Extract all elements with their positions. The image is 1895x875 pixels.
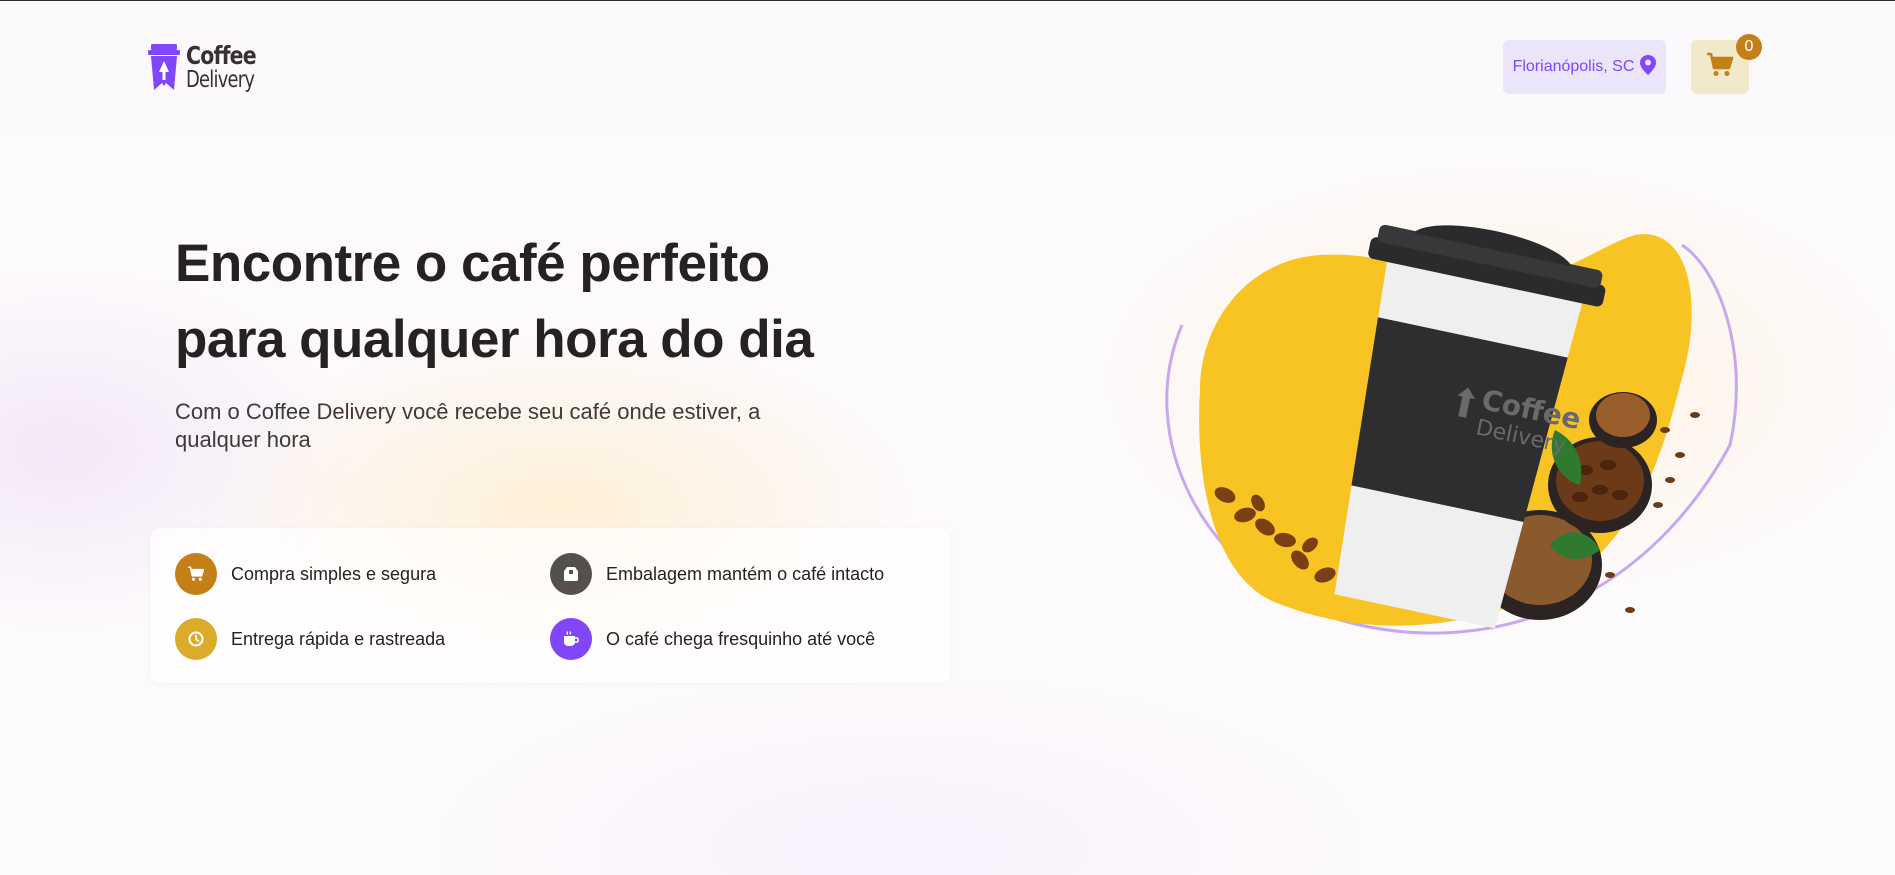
feature-label: Entrega rápida e rastreada [231,628,446,649]
feature-item-packaging: Embalagem mantém o café intacto [550,553,884,595]
hero-title-line2: para qualquer hora do dia [175,310,814,369]
feature-item-delivery: Entrega rápida e rastreada [175,618,445,660]
map-pin-icon [1640,54,1657,80]
logo-link[interactable]: Coffee Delivery [148,39,260,95]
feature-label: Compra simples e segura [231,563,437,584]
hero-title-line1: Encontre o café perfeito [175,234,770,293]
hero-coffee-image: Coffee Delivery [1160,215,1740,665]
hero-subtitle-line1: Com o Coffee Delivery você recebe seu ca… [175,399,761,424]
feature-label: Embalagem mantém o café intacto [606,563,885,584]
shopping-cart-icon [1706,52,1734,83]
hero-subtitle-line2: qualquer hora [175,427,311,452]
logo-line2: Delivery [186,66,255,93]
hero-subtitle: Com o Coffee Delivery você recebe seu ca… [175,398,815,454]
logo-wordmark: Coffee Delivery [186,43,273,92]
site-header: Coffee Delivery Florianópolis, SC 0 [0,1,1895,129]
coffee-icon [550,618,592,660]
hero-title: Encontre o café perfeito para qualquer h… [175,226,875,378]
shopping-cart-icon [175,553,217,595]
feature-label: O café chega fresquinho até você [606,628,876,649]
clock-icon [175,618,217,660]
features-panel: Compra simples e segura Embalagem mantém… [150,528,950,683]
location-label: Florianópolis, SC [1512,58,1635,75]
location-button[interactable]: Florianópolis, SC [1503,40,1666,94]
logo-line1: Coffee [186,40,257,70]
feature-item-purchase: Compra simples e segura [175,553,436,595]
coffee-cup-logo-icon [148,42,180,92]
cart-count-badge: 0 [1736,34,1762,60]
feature-item-fresh-coffee: O café chega fresquinho até você [550,618,875,660]
package-icon [550,553,592,595]
